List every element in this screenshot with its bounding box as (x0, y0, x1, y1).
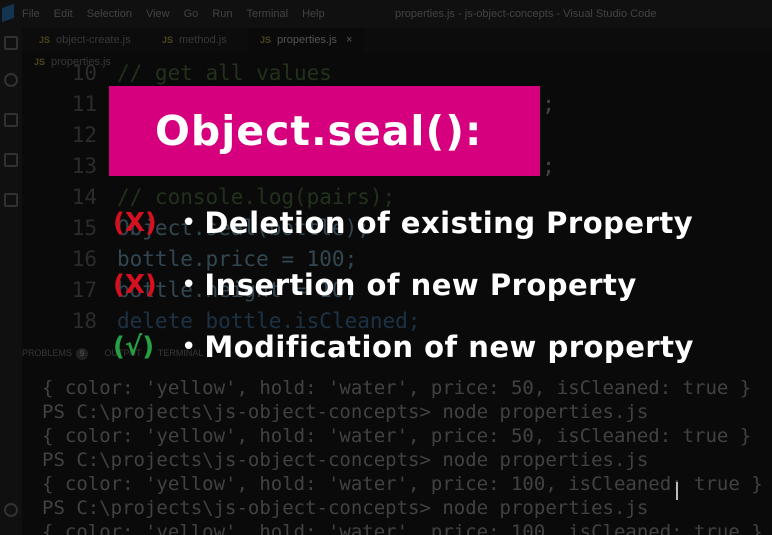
bullet-icon: • (181, 332, 197, 362)
window-title: properties.js - js-object-concepts - Vis… (395, 8, 657, 20)
menu-go[interactable]: Go (184, 8, 199, 20)
code-line: 10// get all values (71, 61, 332, 85)
close-icon[interactable]: × (346, 34, 352, 46)
tab-properties[interactable]: JS properties.js × (248, 28, 365, 53)
terminal-line: { color: 'yellow', hold: 'water', price:… (42, 425, 752, 447)
rule-text: Insertion of new Property (204, 268, 637, 302)
overlay-title: Object.seal(): (155, 107, 483, 155)
menu-help[interactable]: Help (302, 8, 325, 20)
terminal-line: { color: 'yellow', hold: 'water', price:… (42, 377, 752, 399)
bullet-icon: • (181, 208, 197, 238)
menu-terminal[interactable]: Terminal (247, 8, 289, 20)
rule-text: Deletion of existing Property (204, 206, 694, 240)
activity-bar (0, 28, 22, 535)
terminal-line: { color: 'yellow', hold: 'water', price:… (42, 473, 763, 495)
tab-problems[interactable]: PROBLEMS (22, 348, 72, 358)
vscode-logo-icon (2, 3, 14, 23)
terminal-line: { color: 'yellow', hold: 'water', price:… (42, 521, 763, 535)
tab-label: method.js (179, 34, 227, 46)
menu-file[interactable]: File (22, 8, 40, 20)
search-icon[interactable] (4, 73, 18, 87)
rule-deletion: (X) • Deletion of existing Property (113, 203, 693, 243)
rule-insertion: (X) • Insertion of new Property (113, 265, 637, 305)
js-file-icon: JS (39, 35, 51, 45)
title-banner: Object.seal(): (109, 86, 540, 176)
not-allowed-icon: (X) (113, 208, 157, 238)
js-file-icon: JS (260, 35, 272, 45)
explorer-icon[interactable] (4, 36, 18, 50)
terminal-line: PS C:\projects\js-object-concepts> node … (42, 401, 649, 423)
tab-label: properties.js (277, 34, 337, 46)
menu-view[interactable]: View (146, 8, 170, 20)
text-cursor-icon (676, 482, 678, 500)
terminal-line: PS C:\projects\js-object-concepts> node … (42, 449, 649, 471)
run-debug-icon[interactable] (4, 153, 18, 167)
menu-selection[interactable]: Selection (87, 8, 132, 20)
allowed-check-icon: (√) (113, 332, 155, 362)
account-icon[interactable] (4, 503, 18, 517)
terminal-panel[interactable]: { color: 'yellow', hold: 'water', price:… (42, 376, 772, 535)
tab-label: object-create.js (56, 34, 131, 46)
title-bar: File Edit Selection View Go Run Terminal… (0, 0, 772, 28)
extensions-icon[interactable] (4, 193, 18, 207)
source-control-icon[interactable] (4, 113, 18, 127)
menu-bar: File Edit Selection View Go Run Terminal… (22, 8, 325, 20)
code-line: 12 (71, 123, 97, 147)
menu-edit[interactable]: Edit (54, 8, 73, 20)
rule-text: Modification of new property (204, 330, 694, 364)
rule-modification: (√) • Modification of new property (113, 327, 694, 367)
terminal-line: PS C:\projects\js-object-concepts> node … (42, 497, 649, 519)
menu-run[interactable]: Run (212, 8, 232, 20)
tab-object-create[interactable]: JS object-create.js (27, 28, 143, 53)
editor-tabs: JS object-create.js JS method.js JS propert… (22, 28, 772, 53)
not-allowed-icon: (X) (113, 270, 157, 300)
bullet-icon: • (181, 270, 197, 300)
js-file-icon: JS (162, 35, 174, 45)
problems-count-badge: 9 (76, 348, 89, 360)
tab-method[interactable]: JS method.js (150, 28, 239, 53)
